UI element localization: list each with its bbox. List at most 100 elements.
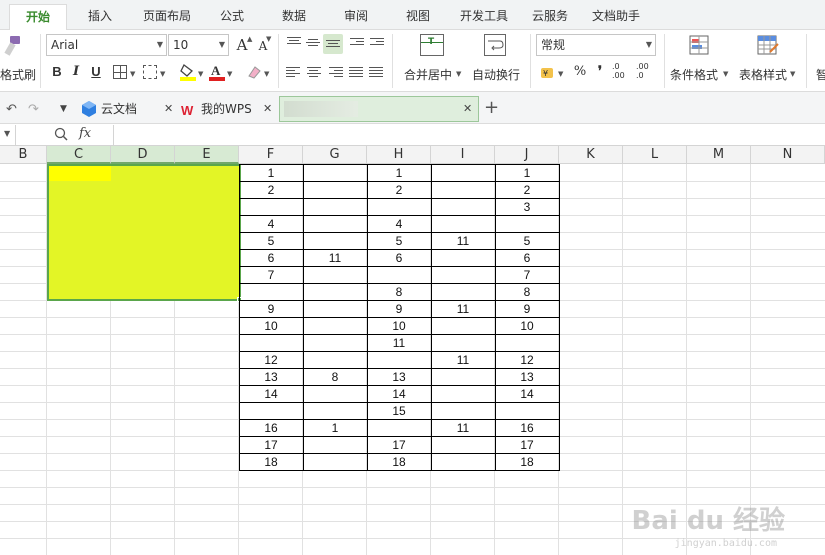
align-center-icon[interactable]	[307, 67, 321, 79]
close-tab-icon[interactable]: ✕	[463, 102, 472, 115]
column-header-f[interactable]: F	[239, 146, 303, 164]
cell-h12[interactable]	[367, 352, 431, 369]
cell-h1[interactable]: 1	[367, 165, 431, 182]
cell-f9[interactable]: 9	[239, 301, 303, 318]
cell-g12[interactable]	[303, 352, 367, 369]
ribbon-cutoff-label[interactable]: 智	[816, 66, 825, 83]
tab-view[interactable]: 视图	[396, 4, 440, 30]
doc-tab-mywps[interactable]: W 我的WPS	[181, 98, 271, 120]
merge-center-icon[interactable]: T	[420, 34, 444, 56]
cell-j6[interactable]: 6	[495, 250, 559, 267]
chevron-down-icon[interactable]: ▼	[198, 70, 203, 78]
undo-icon[interactable]: ↶	[6, 102, 17, 117]
tab-review[interactable]: 审阅	[334, 4, 378, 30]
cell-j1[interactable]: 1	[495, 165, 559, 182]
align-right-icon[interactable]	[329, 67, 343, 79]
cell-f12[interactable]: 12	[239, 352, 303, 369]
highlighted-cell-c1[interactable]	[49, 166, 111, 181]
cell-j7[interactable]: 7	[495, 267, 559, 284]
tab-developer[interactable]: 开发工具	[452, 4, 516, 30]
cell-i10[interactable]	[431, 318, 495, 335]
cell-g16[interactable]: 1	[303, 420, 367, 437]
cell-g13[interactable]: 8	[303, 369, 367, 386]
column-header-d[interactable]: D	[111, 146, 175, 164]
cell-h2[interactable]: 2	[367, 182, 431, 199]
cell-i5[interactable]: 11	[431, 233, 495, 250]
clear-format-icon[interactable]	[246, 64, 262, 80]
column-header-l[interactable]: L	[623, 146, 687, 164]
cell-j3[interactable]: 3	[495, 199, 559, 216]
column-header-e[interactable]: E	[175, 146, 239, 164]
cell-j9[interactable]: 9	[495, 301, 559, 318]
justify-icon[interactable]	[349, 67, 363, 79]
selected-range[interactable]	[47, 164, 241, 301]
cell-i14[interactable]	[431, 386, 495, 403]
cell-h3[interactable]	[367, 199, 431, 216]
cell-g15[interactable]	[303, 403, 367, 420]
cell-j5[interactable]: 5	[495, 233, 559, 250]
chevron-down-icon[interactable]: ▼	[264, 70, 269, 78]
borders-icon[interactable]	[113, 65, 127, 79]
doc-tab-cloud[interactable]: 云文档	[80, 98, 170, 120]
spreadsheet-grid[interactable]: 1 1 1 2 2 2 3 4 4 5 5 11 5 6 11 6 6 7 7 8 8 9 9 11 9 10 10 10 11 12 11…	[0, 164, 825, 555]
cell-f13[interactable]: 13	[239, 369, 303, 386]
cell-h10[interactable]: 10	[367, 318, 431, 335]
redo-icon[interactable]: ↷	[28, 102, 39, 117]
cell-j11[interactable]	[495, 335, 559, 352]
cell-f15[interactable]	[239, 403, 303, 420]
cell-h11[interactable]: 11	[367, 335, 431, 352]
cell-g4[interactable]	[303, 216, 367, 233]
cell-i18[interactable]	[431, 454, 495, 471]
column-header-j[interactable]: J	[495, 146, 559, 164]
tab-cloud-service[interactable]: 云服务	[526, 4, 574, 30]
decrease-indent-icon[interactable]	[350, 38, 364, 50]
cell-j10[interactable]: 10	[495, 318, 559, 335]
tab-data[interactable]: 数据	[272, 4, 316, 30]
percent-button[interactable]: %	[572, 64, 588, 80]
tab-home[interactable]: 开始	[9, 4, 67, 31]
align-middle-icon[interactable]	[306, 39, 320, 51]
column-header-c[interactable]: C	[47, 146, 111, 164]
cell-f1[interactable]: 1	[239, 165, 303, 182]
column-header-b[interactable]: B	[0, 146, 47, 164]
wrap-text-label[interactable]: 自动换行	[472, 66, 520, 83]
chevron-down-icon[interactable]: ▼	[130, 70, 135, 78]
cell-style-icon[interactable]	[143, 65, 157, 79]
align-left-icon[interactable]	[286, 67, 300, 79]
chevron-down-icon[interactable]: ▼	[558, 70, 563, 78]
fill-color-icon[interactable]	[180, 63, 196, 81]
cell-i16[interactable]: 11	[431, 420, 495, 437]
conditional-format-label[interactable]: 条件格式	[670, 66, 718, 83]
cell-g14[interactable]	[303, 386, 367, 403]
bold-button[interactable]: B	[49, 64, 65, 80]
cell-j18[interactable]: 18	[495, 454, 559, 471]
cell-i9[interactable]: 11	[431, 301, 495, 318]
cell-j2[interactable]: 2	[495, 182, 559, 199]
cell-f5[interactable]: 5	[239, 233, 303, 250]
wrap-text-icon[interactable]	[484, 34, 506, 56]
cell-f4[interactable]: 4	[239, 216, 303, 233]
zoom-search-icon[interactable]	[54, 127, 68, 141]
tab-insert[interactable]: 插入	[76, 4, 124, 30]
cell-f11[interactable]	[239, 335, 303, 352]
cell-f10[interactable]: 10	[239, 318, 303, 335]
cell-h17[interactable]: 17	[367, 437, 431, 454]
cell-g1[interactable]	[303, 165, 367, 182]
number-format-select[interactable]: 常规 ▼	[536, 34, 656, 56]
cell-f17[interactable]: 17	[239, 437, 303, 454]
cell-g7[interactable]	[303, 267, 367, 284]
function-icon[interactable]: fx	[79, 126, 91, 141]
format-painter-icon[interactable]	[2, 34, 24, 58]
comma-button[interactable]: ❜	[592, 64, 608, 80]
doc-tab-current[interactable]	[279, 96, 479, 122]
table-style-label[interactable]: 表格样式	[739, 66, 787, 83]
tab-page-layout[interactable]: 页面布局	[136, 4, 198, 30]
cell-i11[interactable]	[431, 335, 495, 352]
chevron-down-icon[interactable]: ▼	[160, 70, 165, 78]
cell-h15[interactable]: 15	[367, 403, 431, 420]
cell-f14[interactable]: 14	[239, 386, 303, 403]
chevron-down-icon[interactable]: ▼	[227, 70, 232, 78]
merge-center-label[interactable]: 合并居中	[404, 66, 452, 83]
font-color-icon[interactable]: A	[209, 63, 225, 81]
cell-g11[interactable]	[303, 335, 367, 352]
